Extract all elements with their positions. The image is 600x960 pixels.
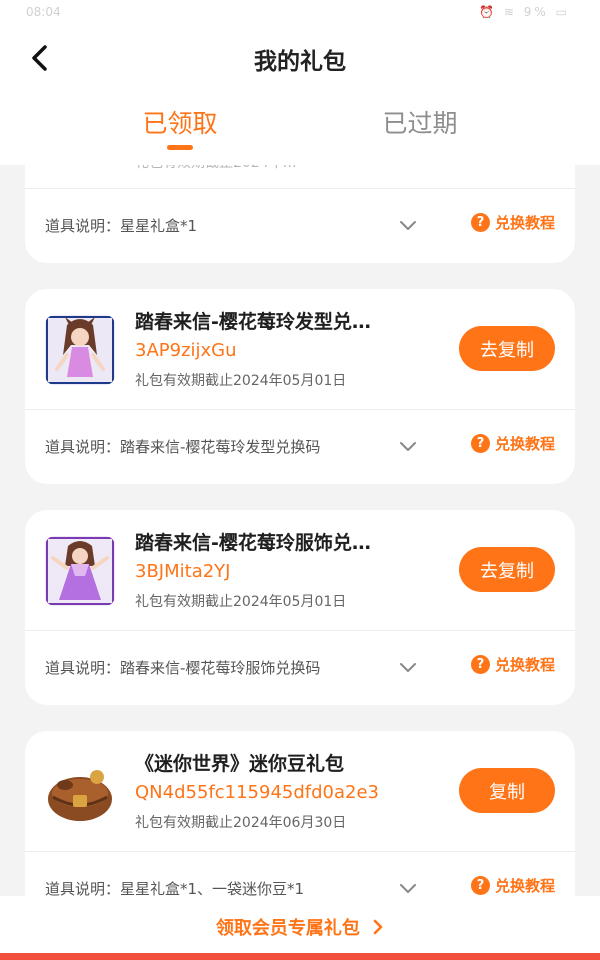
leather-bag-image — [48, 770, 112, 821]
status-icons: ⏰ ≋ 9% ▭ — [479, 5, 570, 19]
description-row: 道具说明：踏春来信-樱花莓玲发型兑换码 ? 兑换教程 — [45, 431, 555, 461]
chevron-down-icon[interactable] — [398, 660, 418, 674]
gift-name: 《迷你世界》迷你豆礼包 — [135, 753, 345, 775]
tutorial-label: 兑换教程 — [494, 656, 555, 674]
item-description: 道具说明：踏春来信-樱花莓玲发型兑换码 — [45, 438, 321, 456]
divider — [25, 409, 575, 410]
gift-expiry: 礼包有效期截止2024年05月01日 — [135, 594, 347, 610]
gift-name: 踏春来信-樱花莓玲发型兑… — [135, 311, 371, 333]
gift-code[interactable]: QN4d55fc115945dfd0a2e3 — [135, 782, 445, 803]
tab-claimed[interactable]: 已领取 — [100, 104, 260, 140]
tutorial-link[interactable]: ? 兑换教程 — [470, 875, 555, 896]
bottom-bar: 领取会员专属礼包 — [0, 896, 600, 960]
gift-expiry: 礼包有效期截止2024年05月01日 — [135, 373, 347, 389]
copy-button[interactable]: 复制 — [459, 768, 555, 813]
tutorial-label: 兑换教程 — [494, 435, 555, 453]
header: 08:04 ⏰ ≋ 9% ▭ 我的礼包 已领取 已过期 — [0, 0, 600, 165]
bottom-strip — [0, 953, 600, 960]
chevron-down-icon[interactable] — [398, 218, 418, 232]
question-icon: ? — [470, 434, 490, 453]
page-title: 我的礼包 — [254, 49, 346, 75]
chevron-down-icon[interactable] — [398, 881, 418, 895]
copy-button[interactable]: 去复制 — [459, 547, 555, 592]
tutorial-label: 兑换教程 — [494, 877, 555, 895]
copy-button[interactable]: 去复制 — [459, 326, 555, 371]
item-description: 道具说明：踏春来信-樱花莓玲服饰兑换码 — [45, 659, 321, 677]
vip-gift-label: 领取会员专属礼包 — [215, 918, 360, 939]
gift-thumbnail — [45, 536, 115, 606]
vip-gift-link[interactable]: 领取会员专属礼包 — [0, 914, 600, 940]
question-icon: ? — [470, 876, 490, 895]
tutorial-link[interactable]: ? 兑换教程 — [470, 212, 555, 233]
gift-code[interactable]: 3BJMita2YJ — [135, 561, 445, 582]
item-description: 道具说明：星星礼盒*1 — [45, 217, 198, 235]
gift-code[interactable]: 3AP9zijxGu — [135, 340, 445, 361]
tab-expired[interactable]: 已过期 — [340, 104, 500, 140]
description-row: 道具说明：星星礼盒*1 ? 兑换教程 — [45, 210, 555, 240]
gift-thumbnail — [45, 315, 115, 385]
gift-card: 踏春来信-樱花莓玲服饰兑… 3BJMita2YJ 礼包有效期截止2024年05月… — [25, 510, 575, 705]
tutorial-link[interactable]: ? 兑换教程 — [470, 433, 555, 454]
divider — [25, 630, 575, 631]
tutorial-label: 兑换教程 — [494, 214, 555, 232]
status-time: 08:04 — [26, 5, 61, 19]
chevron-down-icon[interactable] — [398, 439, 418, 453]
status-bar: 08:04 ⏰ ≋ 9% ▭ — [0, 0, 600, 26]
gift-expiry: 礼包有效期截止2024年06月30日 — [135, 815, 347, 831]
gift-card: 踏春来信-樱花莓玲发型兑… 3AP9zijxGu 礼包有效期截止2024年05月… — [25, 289, 575, 484]
divider — [25, 188, 575, 189]
question-icon: ? — [470, 213, 490, 232]
chevron-right-icon — [373, 919, 383, 935]
tab-indicator — [167, 145, 193, 150]
tutorial-link[interactable]: ? 兑换教程 — [470, 654, 555, 675]
question-icon: ? — [470, 655, 490, 674]
gift-name: 踏春来信-樱花莓玲服饰兑… — [135, 532, 371, 554]
divider — [25, 851, 575, 852]
description-row: 道具说明：踏春来信-樱花莓玲服饰兑换码 ? 兑换教程 — [45, 652, 555, 682]
gift-thumbnail — [45, 757, 115, 827]
anime-girl-image — [45, 536, 115, 606]
anime-girl-image — [45, 315, 115, 385]
